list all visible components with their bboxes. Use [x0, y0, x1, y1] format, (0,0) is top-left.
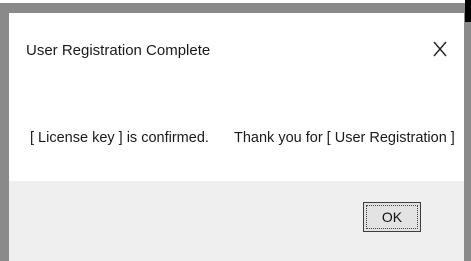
ok-button-label: OK [381, 209, 403, 225]
close-button[interactable] [426, 35, 454, 63]
registration-dialog: User Registration Complete [ License key… [9, 13, 464, 261]
close-icon [433, 41, 447, 57]
ok-button[interactable]: OK [363, 202, 421, 232]
dialog-button-area: OK [9, 181, 464, 261]
license-confirmed-message: [ License key ] is confirmed. [30, 130, 209, 146]
thank-you-message: Thank you for [ User Registration ] [234, 130, 455, 146]
corner-edge [465, 0, 471, 22]
dialog-content: [ License key ] is confirmed. Thank you … [9, 75, 464, 181]
dialog-title-bar: User Registration Complete [9, 13, 464, 75]
dialog-title: User Registration Complete [26, 42, 211, 59]
